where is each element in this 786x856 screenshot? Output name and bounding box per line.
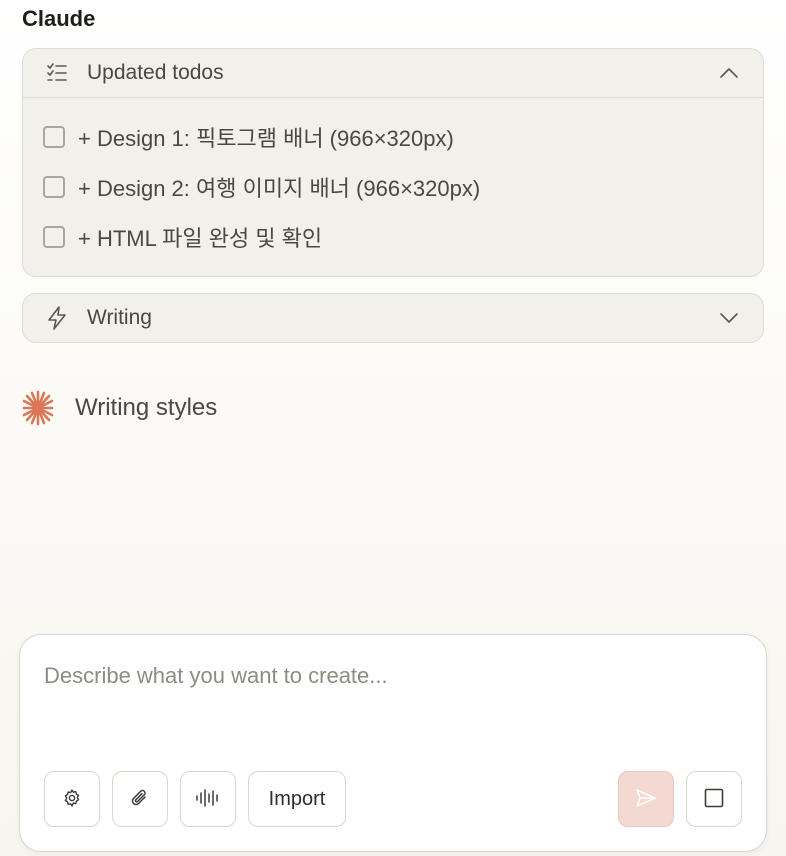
- lightning-icon: [45, 306, 69, 330]
- voice-button[interactable]: [180, 771, 236, 827]
- composer: Import: [19, 634, 767, 852]
- import-button[interactable]: Import: [248, 771, 346, 827]
- chevron-down-icon[interactable]: [717, 306, 741, 330]
- todo-label: + Design 1: 픽토그램 배너 (966×320px): [78, 126, 454, 151]
- todo-checkbox[interactable]: [43, 126, 65, 148]
- settings-button[interactable]: [44, 771, 100, 827]
- send-button[interactable]: [618, 771, 674, 827]
- todo-checkbox[interactable]: [43, 176, 65, 198]
- audio-waveform-icon: [195, 788, 221, 811]
- send-icon: [635, 788, 657, 811]
- chevron-up-icon[interactable]: [717, 61, 741, 85]
- checklist-icon: [45, 61, 69, 85]
- assistant-status: Writing styles: [22, 388, 217, 428]
- todo-label: + HTML 파일 완성 및 확인: [78, 226, 323, 251]
- writing-card[interactable]: Writing: [22, 293, 764, 343]
- todo-item: + Design 2: 여행 이미지 배너 (966×320px): [23, 162, 763, 212]
- todo-label: + Design 2: 여행 이미지 배너 (966×320px): [78, 176, 481, 201]
- paperclip-icon: [130, 786, 150, 813]
- prompt-input[interactable]: [44, 663, 744, 743]
- todos-card-title: Updated todos: [87, 61, 224, 84]
- stop-button[interactable]: [686, 771, 742, 827]
- status-text: Writing styles: [75, 394, 218, 421]
- claude-star-icon: [22, 388, 54, 428]
- stop-square-icon: [704, 788, 724, 811]
- todo-item: + Design 1: 픽토그램 배너 (966×320px): [23, 112, 763, 162]
- todo-item: + HTML 파일 완성 및 확인: [23, 212, 763, 262]
- message-sender: Claude: [22, 6, 96, 31]
- todo-checkbox[interactable]: [43, 226, 65, 248]
- todos-card-header[interactable]: Updated todos: [23, 49, 763, 97]
- todos-card: Updated todos + Design 1: 픽토그램 배너 (966×3…: [22, 48, 764, 277]
- gear-icon: [62, 788, 82, 811]
- writing-card-title: Writing: [87, 306, 152, 329]
- todo-list: + Design 1: 픽토그램 배너 (966×320px) + Design…: [23, 98, 763, 262]
- attach-button[interactable]: [112, 771, 168, 827]
- writing-card-header[interactable]: Writing: [23, 294, 763, 342]
